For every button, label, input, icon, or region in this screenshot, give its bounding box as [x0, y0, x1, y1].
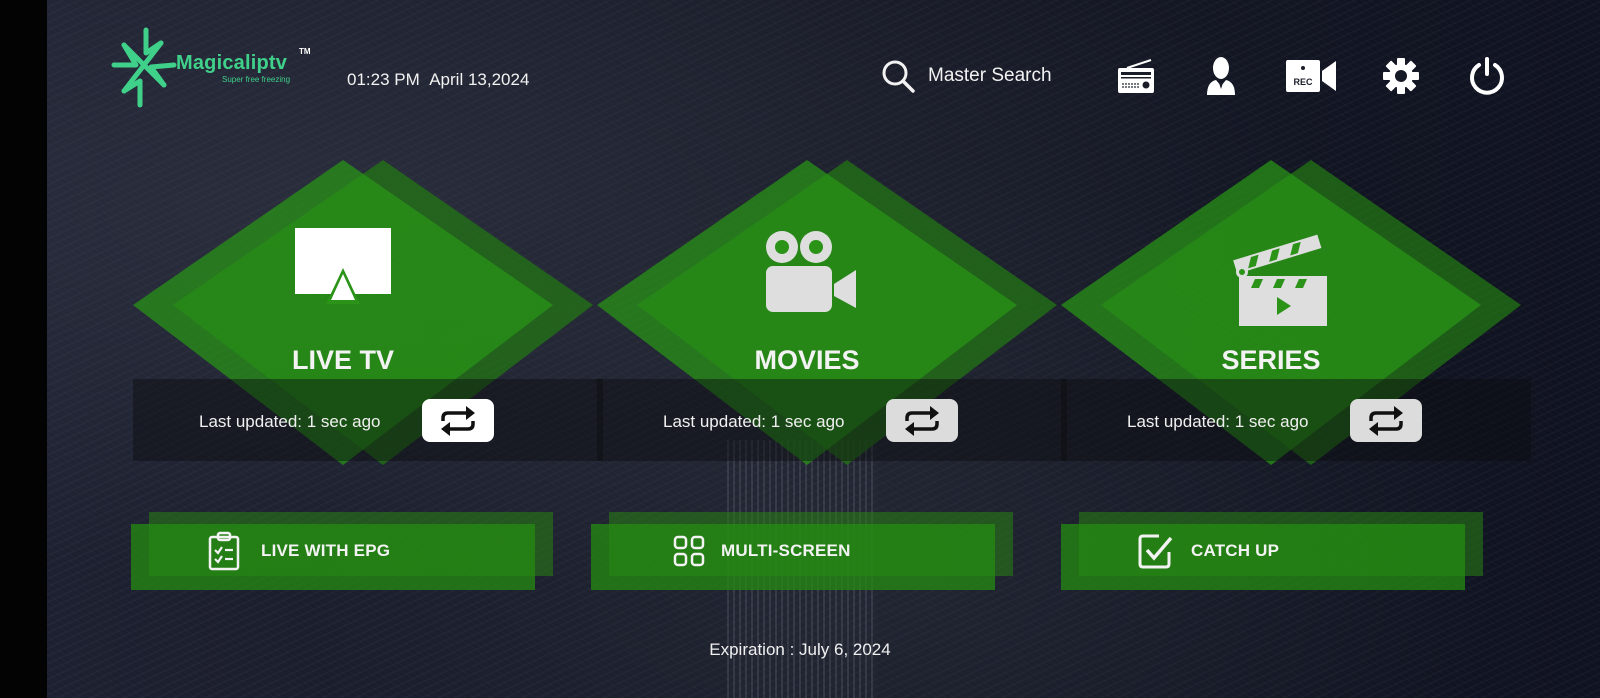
radio-button[interactable] [1116, 56, 1156, 96]
account-button[interactable] [1203, 56, 1239, 96]
power-button[interactable] [1466, 56, 1508, 96]
tile-series[interactable]: SERIES Last updated: 1 sec ago [1061, 160, 1531, 470]
master-search-label: Master Search [928, 65, 1052, 86]
expiration-text: Expiration : July 6, 2024 [709, 640, 891, 659]
button-label: MULTI-SCREEN [721, 541, 851, 560]
refresh-icon [1369, 405, 1403, 436]
button-content: MULTI-SCREEN [591, 524, 995, 578]
button-content: CATCH UP [1061, 524, 1465, 578]
tile-live-tv[interactable]: LIVE TV Last updated: 1 sec ago [133, 160, 603, 470]
brand-trademark: TM [299, 47, 311, 56]
grid-four-icon [673, 535, 705, 567]
button-content: LIVE WITH EPG [131, 524, 535, 578]
live-with-epg-button[interactable]: LIVE WITH EPG [131, 512, 553, 590]
button-label: LIVE WITH EPG [261, 541, 391, 560]
brand-name: Magicaliptv [176, 52, 288, 74]
refresh-icon [905, 405, 939, 436]
current-time: 01:23 PM [347, 70, 420, 89]
last-updated-text: Last updated: 1 sec ago [663, 412, 845, 431]
refresh-icon [441, 405, 475, 436]
gear-icon [1383, 58, 1419, 94]
tile-title: LIVE TV [291, 345, 394, 375]
left-edge-bar [0, 0, 47, 698]
tile-movies[interactable]: MOVIES Last updated: 1 sec ago [597, 160, 1067, 470]
multi-screen-button[interactable]: MULTI-SCREEN [591, 512, 1013, 590]
logo-star-icon [111, 27, 177, 108]
power-icon [1470, 57, 1504, 95]
radio-icon [1118, 59, 1154, 93]
refresh-button[interactable] [1350, 399, 1422, 442]
catch-up-button[interactable]: CATCH UP [1061, 512, 1483, 590]
last-updated-text: Last updated: 1 sec ago [199, 412, 381, 431]
button-label: CATCH UP [1191, 541, 1280, 560]
last-updated-text: Last updated: 1 sec ago [1127, 412, 1309, 431]
rec-camera-icon: REC [1286, 60, 1336, 92]
master-search-button[interactable]: Master Search [880, 58, 1052, 94]
clipboard-checklist-icon [208, 531, 240, 571]
movie-camera-icon [557, 228, 1067, 313]
settings-button[interactable] [1381, 56, 1421, 96]
recording-button[interactable]: REC [1286, 56, 1338, 96]
tile-title: MOVIES [754, 345, 860, 375]
cast-screen-icon [83, 228, 603, 308]
refresh-button[interactable] [422, 399, 494, 442]
datetime: 01:23 PM April 13,2024 [347, 70, 529, 90]
tile-title: SERIES [1221, 345, 1321, 375]
rec-text: REC [1293, 77, 1313, 87]
user-icon [1207, 57, 1235, 95]
brand-logo: Magicaliptv TM Super free freezing [106, 25, 316, 110]
clapperboard-icon [1031, 228, 1531, 328]
checkbox-icon [1138, 534, 1173, 569]
brand-tagline: Super free freezing [222, 75, 291, 84]
refresh-button[interactable] [886, 399, 958, 442]
current-date: April 13,2024 [429, 70, 530, 89]
search-icon [882, 60, 915, 93]
